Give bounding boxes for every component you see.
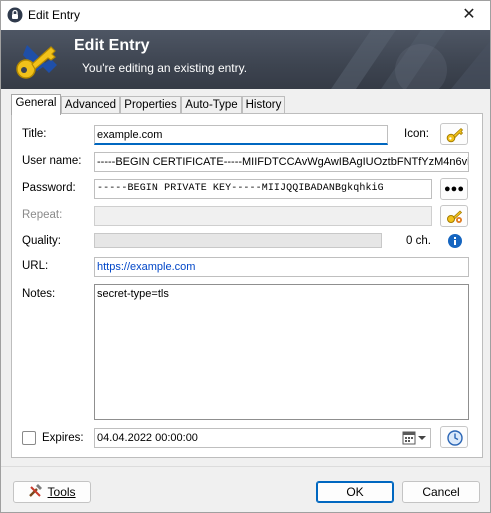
expires-checkbox[interactable]	[22, 431, 36, 445]
key-generator-icon	[447, 210, 463, 223]
password-generator-button[interactable]	[440, 205, 468, 227]
expires-datetime-field[interactable]: 04.04.2022 00:00:00	[94, 428, 431, 448]
close-icon[interactable]: ✕	[454, 3, 484, 27]
quality-bar	[94, 233, 382, 248]
banner-decoration	[331, 30, 490, 89]
expiry-presets-button[interactable]	[440, 426, 468, 448]
notes-label: Notes:	[22, 288, 56, 300]
quality-label: Quality:	[22, 235, 61, 247]
entry-icon-button[interactable]	[440, 123, 468, 145]
title-field[interactable]: example.com	[94, 125, 388, 145]
username-label: User name:	[22, 155, 82, 167]
footer-divider	[1, 466, 490, 467]
username-field[interactable]: -----BEGIN CERTIFICATE-----MIIFDTCCAvWgA…	[94, 152, 469, 172]
expires-value: 04.04.2022 00:00:00	[97, 432, 198, 444]
tools-button[interactable]: Tools	[13, 481, 91, 503]
quality-value: 0 ch.	[406, 235, 431, 247]
repeat-field[interactable]	[94, 206, 432, 226]
banner-subtitle: You're editing an existing entry.	[82, 61, 248, 75]
cancel-button[interactable]: Cancel	[402, 481, 480, 503]
password-label: Password:	[22, 182, 76, 194]
tab-advanced[interactable]: Advanced	[61, 96, 120, 114]
tab-general[interactable]: General	[11, 94, 61, 115]
notes-textarea[interactable]: secret-type=tls	[94, 284, 469, 420]
clock-icon	[447, 430, 463, 446]
icon-label: Icon:	[404, 128, 429, 140]
title-label: Title:	[22, 128, 47, 140]
key-icon	[446, 127, 464, 143]
window-title: Edit Entry	[28, 8, 81, 22]
banner-title: Edit Entry	[74, 37, 150, 54]
tab-auto-type[interactable]: Auto-Type	[181, 96, 242, 114]
url-label: URL:	[22, 260, 49, 272]
title-bar: Edit Entry ✕	[1, 1, 490, 30]
show-password-button[interactable]: ●●●	[440, 178, 468, 200]
tools-icon	[29, 484, 43, 497]
repeat-label: Repeat:	[22, 209, 63, 221]
tools-label: Tools	[47, 485, 76, 499]
info-icon[interactable]	[447, 233, 463, 249]
key-icon	[13, 39, 61, 83]
calendar-icon[interactable]	[402, 431, 428, 445]
expires-label: Expires:	[42, 432, 84, 444]
password-field[interactable]: -----BEGIN PRIVATE KEY-----MIIJQQIBADANB…	[94, 179, 432, 199]
header-banner: Edit Entry You're editing an existing en…	[1, 30, 490, 89]
ok-button[interactable]: OK	[316, 481, 394, 503]
url-field[interactable]: https://example.com	[94, 257, 469, 277]
tab-history[interactable]: History	[242, 96, 285, 114]
edit-entry-dialog: Edit Entry ✕ Edit Entry You're editing a…	[0, 0, 491, 513]
tab-properties[interactable]: Properties	[120, 96, 181, 114]
keepass-lock-icon	[7, 7, 23, 23]
